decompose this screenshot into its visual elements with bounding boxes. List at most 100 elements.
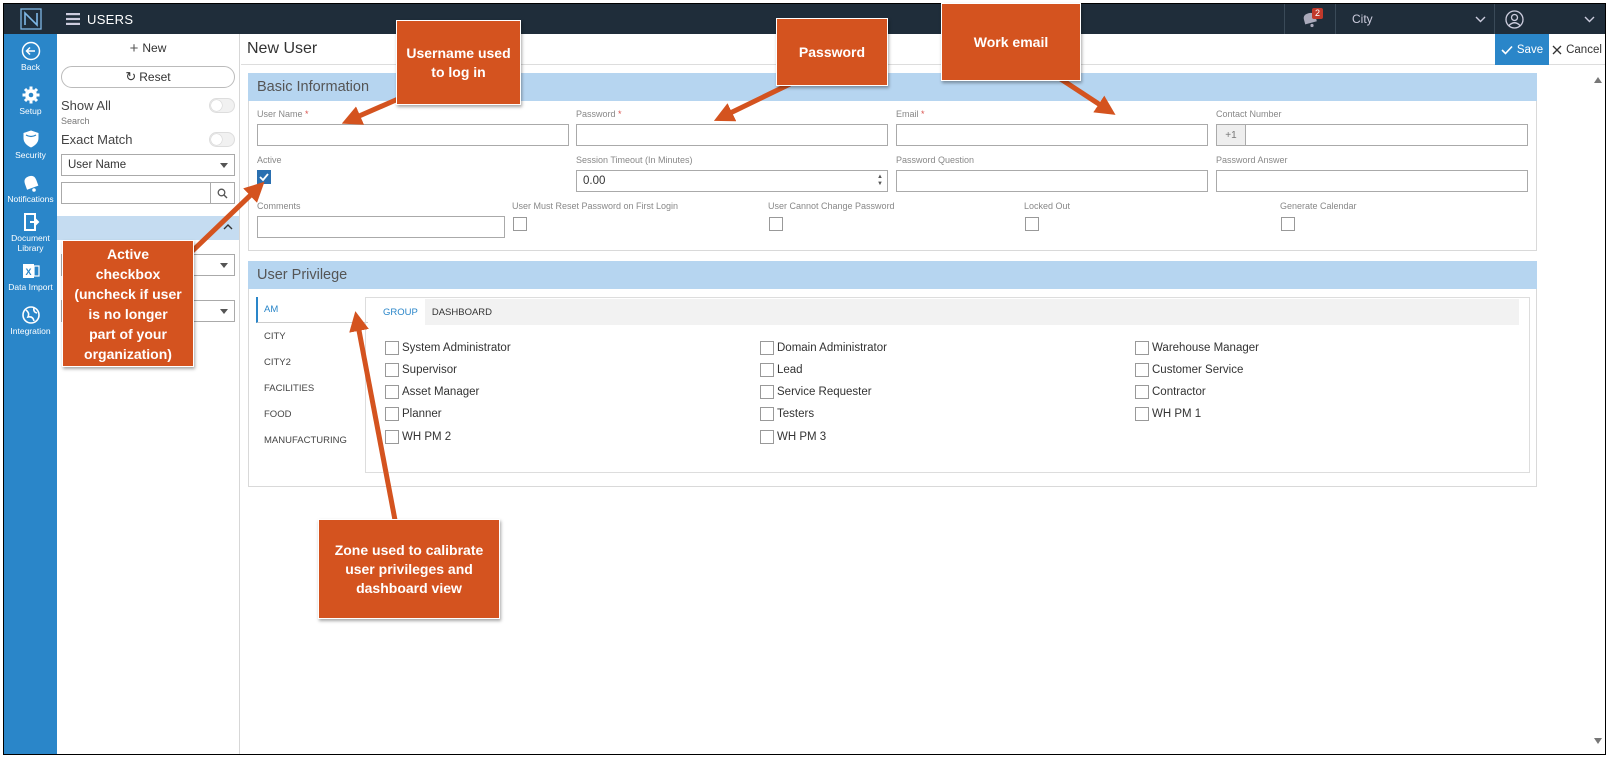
rail-data-import[interactable]: X Data Import (4, 254, 57, 298)
group-system-administrator[interactable]: System Administrator (385, 340, 511, 356)
zone-item-am[interactable]: AM (256, 297, 368, 323)
main-content: New User Save Cancel Basic Information U… (241, 34, 1605, 754)
tab-dashboard[interactable]: DASHBOARD (425, 299, 499, 325)
group-asset-manager[interactable]: Asset Manager (385, 384, 479, 400)
zone-item-city[interactable]: CITY (256, 323, 368, 349)
locked-out-label: Locked Out (1024, 201, 1071, 211)
group-lead[interactable]: Lead (760, 362, 803, 378)
password-answer-input[interactable] (1216, 170, 1528, 192)
cannot-change-password-checkbox[interactable] (769, 217, 783, 231)
checkbox[interactable] (760, 430, 774, 444)
session-timeout-input[interactable]: 0.00 ▲ ▼ (576, 170, 888, 192)
notifications-button[interactable]: 2 (1285, 4, 1335, 34)
group-customer-service[interactable]: Customer Service (1135, 362, 1243, 378)
zone-callout: Zone used to calibrate user privileges a… (318, 519, 500, 619)
group-wh-pm-3[interactable]: WH PM 3 (760, 429, 826, 445)
password-input[interactable] (576, 124, 888, 146)
show-all-row: Show All (57, 94, 239, 116)
rail-document-library[interactable]: Document Library (4, 210, 57, 254)
search-field-select[interactable]: User Name (61, 154, 235, 176)
rail-setup[interactable]: Setup (4, 78, 57, 122)
group-label: Planner (402, 408, 442, 420)
show-all-label: Show All (61, 97, 111, 113)
exact-match-toggle[interactable] (209, 131, 235, 147)
app-logo[interactable] (4, 4, 57, 34)
checkbox[interactable] (760, 341, 774, 355)
checkbox[interactable] (385, 430, 399, 444)
email-input[interactable] (896, 124, 1208, 146)
comments-input[interactable] (257, 216, 505, 238)
checkbox[interactable] (385, 407, 399, 421)
search-button[interactable] (211, 182, 235, 204)
city-selector[interactable]: City (1336, 4, 1494, 34)
scroll-down-icon[interactable] (1594, 738, 1602, 744)
group-domain-administrator[interactable]: Domain Administrator (760, 340, 887, 356)
rail-integration[interactable]: Integration (4, 298, 57, 342)
spinner-icon[interactable]: ▲ ▼ (877, 174, 883, 188)
rail-notifications[interactable]: Notifications (4, 166, 57, 210)
scroll-up-icon[interactable] (1594, 77, 1602, 83)
filter-section-header[interactable] (57, 216, 239, 240)
user-name-label-text: User Name (257, 109, 303, 119)
group-wh-pm-1[interactable]: WH PM 1 (1135, 406, 1201, 422)
checkbox[interactable] (385, 363, 399, 377)
checkbox[interactable] (1135, 385, 1149, 399)
group-warehouse-manager[interactable]: Warehouse Manager (1135, 340, 1259, 356)
contact-number-input[interactable] (1245, 124, 1528, 146)
checkbox[interactable] (760, 385, 774, 399)
save-button[interactable]: Save (1495, 34, 1549, 65)
email-label: Email * (896, 109, 925, 119)
show-all-toggle[interactable] (209, 97, 235, 113)
checkbox[interactable] (1135, 363, 1149, 377)
hamburger-menu-icon[interactable] (66, 13, 80, 25)
generate-calendar-checkbox[interactable] (1281, 217, 1295, 231)
new-button[interactable]: + New (57, 34, 239, 62)
module-title: USERS (87, 11, 134, 27)
locked-out-checkbox[interactable] (1025, 217, 1039, 231)
password-question-input[interactable] (896, 170, 1208, 192)
vertical-scrollbar[interactable] (1591, 65, 1605, 754)
checkbox[interactable] (385, 341, 399, 355)
group-testers[interactable]: Testers (760, 406, 814, 422)
close-icon (1552, 45, 1562, 54)
user-name-input[interactable] (257, 124, 569, 146)
checkbox[interactable] (760, 363, 774, 377)
email-label-text: Email (896, 109, 919, 119)
group-service-requester[interactable]: Service Requester (760, 384, 872, 400)
checkbox[interactable] (1135, 407, 1149, 421)
checkbox[interactable] (760, 407, 774, 421)
group-contractor[interactable]: Contractor (1135, 384, 1206, 400)
group-supervisor[interactable]: Supervisor (385, 362, 457, 378)
user-privilege-header[interactable]: User Privilege (248, 261, 1537, 289)
rail-back[interactable]: Back (4, 34, 57, 78)
search-input[interactable] (61, 182, 211, 204)
active-checkbox[interactable] (257, 170, 271, 184)
group-wh-pm-2[interactable]: WH PM 2 (385, 429, 451, 445)
check-icon (1501, 45, 1513, 55)
user-privilege-body: AM CITY CITY2 FACILITIES FOOD MANUFACTUR… (248, 289, 1537, 487)
rail-security[interactable]: Security (4, 122, 57, 166)
checkbox[interactable] (1135, 341, 1149, 355)
reset-button-label: Reset (139, 70, 171, 84)
city-selector-value: City (1352, 12, 1373, 26)
refresh-icon: ↻ (125, 69, 137, 84)
group-label: Lead (777, 364, 803, 376)
zone-item-facilities[interactable]: FACILITIES (256, 375, 368, 401)
required-mark: * (921, 109, 925, 119)
zone-item-food[interactable]: FOOD (256, 401, 368, 427)
back-icon (21, 41, 40, 60)
tab-group[interactable]: GROUP (376, 299, 425, 325)
must-reset-password-checkbox[interactable] (513, 217, 527, 231)
group-planner[interactable]: Planner (385, 406, 442, 422)
checkbox[interactable] (385, 385, 399, 399)
user-menu[interactable] (1495, 4, 1605, 34)
group-label: WH PM 2 (402, 431, 452, 443)
zone-item-manufacturing[interactable]: MANUFACTURING (256, 427, 368, 453)
document-library-icon (23, 212, 39, 231)
cancel-button[interactable]: Cancel (1549, 34, 1605, 65)
reset-button[interactable]: ↻ Reset (61, 66, 235, 88)
cannot-change-password-label: User Cannot Change Password (768, 201, 895, 211)
exact-match-row: Exact Match (57, 128, 239, 150)
zone-item-city2[interactable]: CITY2 (256, 349, 368, 375)
user-name-label: User Name * (257, 109, 309, 119)
